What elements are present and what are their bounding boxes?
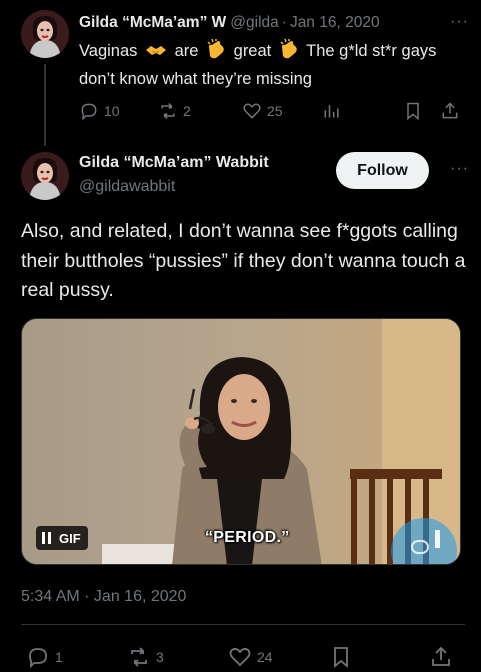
more-options-icon[interactable]: ··· bbox=[450, 160, 469, 178]
separator: · bbox=[281, 14, 287, 31]
follow-button[interactable]: Follow bbox=[336, 152, 429, 189]
views-button[interactable] bbox=[322, 101, 347, 121]
reply-button[interactable]: 1 bbox=[26, 645, 63, 669]
avatar-image bbox=[21, 152, 69, 200]
repost-count: 2 bbox=[183, 103, 191, 119]
heart-icon bbox=[243, 103, 261, 119]
like-button[interactable]: 25 bbox=[242, 101, 283, 121]
repost-icon bbox=[131, 647, 147, 667]
avatar[interactable] bbox=[21, 10, 69, 58]
gif-caption: “PERIOD.” bbox=[205, 529, 290, 546]
clapping-hands-emoji bbox=[206, 38, 226, 67]
like-count: 24 bbox=[257, 649, 273, 665]
heart-icon bbox=[229, 647, 251, 667]
analytics-icon bbox=[324, 105, 339, 118]
tweet-timestamp[interactable]: 5:34 AM · Jan 16, 2020 bbox=[21, 588, 186, 606]
tweet-date[interactable]: Jan 16, 2020 bbox=[290, 14, 380, 32]
repost-button[interactable]: 2 bbox=[158, 101, 191, 121]
more-options-icon[interactable]: ··· bbox=[450, 13, 469, 31]
thread-connector bbox=[44, 64, 46, 146]
avatar-image bbox=[21, 10, 69, 58]
pause-icon[interactable] bbox=[42, 532, 51, 544]
tweet-text-part: great bbox=[233, 42, 272, 60]
share-icon bbox=[442, 102, 458, 119]
share-button[interactable] bbox=[440, 101, 465, 121]
gif-badge[interactable]: GIF bbox=[36, 526, 88, 550]
bookmark-button[interactable] bbox=[329, 645, 358, 669]
repost-icon bbox=[161, 102, 175, 120]
bookmark-icon bbox=[334, 647, 348, 668]
tweet-text-part: are bbox=[174, 42, 199, 60]
bookmark-icon bbox=[407, 102, 419, 121]
tweet1-text: Vaginas are great The g*ld st*r gays don… bbox=[79, 38, 469, 91]
tweet2-actions: 1 3 24 bbox=[21, 645, 461, 669]
divider bbox=[21, 624, 465, 625]
bookmark-button[interactable] bbox=[403, 101, 428, 121]
tweet1-actions: 10 2 25 bbox=[79, 101, 464, 123]
handle[interactable]: @gilda bbox=[230, 14, 278, 32]
handle[interactable]: @gildawabbit bbox=[79, 178, 175, 196]
clapping-hands-emoji bbox=[279, 38, 299, 67]
tweet-text-part: Vaginas bbox=[79, 42, 138, 60]
reply-count: 10 bbox=[104, 103, 120, 119]
share-icon bbox=[432, 646, 450, 666]
repost-button[interactable]: 3 bbox=[127, 645, 164, 669]
handshake-emoji bbox=[145, 40, 167, 67]
share-button[interactable] bbox=[429, 645, 458, 669]
gif-label: GIF bbox=[59, 530, 81, 546]
reply-button[interactable]: 10 bbox=[79, 101, 120, 121]
tweet2-text: Also, and related, I don’t wanna see f*g… bbox=[21, 220, 466, 301]
repost-count: 3 bbox=[156, 649, 164, 665]
gif-media[interactable]: GIF “PERIOD.” bbox=[21, 318, 461, 565]
like-count: 25 bbox=[267, 103, 283, 119]
reply-count: 1 bbox=[55, 649, 63, 665]
reply-icon bbox=[81, 103, 97, 121]
reply-icon bbox=[29, 648, 47, 669]
like-button[interactable]: 24 bbox=[228, 645, 273, 669]
tweet1-header: Gilda “McMa’am” W @gilda · Jan 16, 2020 bbox=[79, 12, 469, 34]
display-name[interactable]: Gilda “McMa’am” W bbox=[79, 14, 226, 32]
avatar[interactable] bbox=[21, 152, 69, 200]
display-name[interactable]: Gilda “McMa’am” Wabbit bbox=[79, 154, 269, 172]
